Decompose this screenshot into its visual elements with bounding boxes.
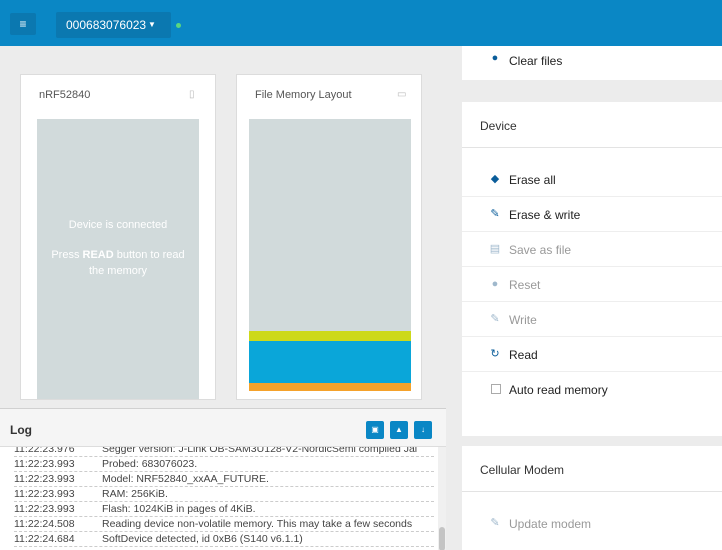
log-title: Log [10,423,32,437]
device-card-title: nRF52840 [39,89,91,101]
memory-view: nRF52840 ▯ Device is connected Press REA… [0,46,446,408]
cellular-panel-title: Cellular Modem [480,463,565,477]
chip-icon: ▯ [189,89,195,100]
save-as-file-button[interactable]: ▤ Save as file [462,232,722,267]
write-button[interactable]: ✎ Write [462,302,722,337]
pencil-icon: ✎ [490,208,500,220]
save-icon: ▤ [489,243,501,255]
read-instruction-text: Press READ button to read [51,249,185,261]
log-list[interactable]: 11:22:23.976 Segger version: J-Link OB-SA… [0,447,438,550]
pencil-icon: ✎ [490,517,500,529]
scroll-down-icon: ↓ [421,425,425,434]
caret-down-icon: ▼ [148,20,156,29]
update-modem-button[interactable]: ✎ Update modem [462,506,722,541]
refresh-icon: ↻ [490,348,500,360]
auto-read-memory-toggle[interactable]: Auto read memory [462,372,722,407]
control-panel: ● Clear files Device ◆ Erase all ✎ Erase… [446,46,722,550]
log-entry: 11:22:24.684 SoftDevice detected, id 0xB6… [14,533,434,547]
erase-and-write-button[interactable]: ✎ Erase & write [462,197,722,232]
device-panel-header: Device [462,102,722,148]
device-selector[interactable]: 000683076023 ▼ [56,12,171,38]
scroll-lock-button[interactable]: ↓ [414,421,432,439]
top-bar: ≡ 000683076023 ▼ [0,0,722,46]
cellular-panel-header: Cellular Modem [462,446,722,492]
log-entry: 11:22:23.976 Segger version: J-Link OB-SA… [14,447,434,457]
log-entry: 11:22:23.993 Model: NRF52840_xxAA_FUTURE. [14,473,434,487]
hamburger-icon: ≡ [19,17,27,31]
eraser-icon: ◆ [490,173,500,185]
log-scroll-thumb[interactable] [439,527,445,550]
reset-button[interactable]: ● Reset [462,267,722,302]
memory-region-2 [249,341,411,383]
log-entry: 11:22:23.993 RAM: 256KiB. [14,488,434,502]
file-memory-area [249,119,411,391]
connection-status-dot [176,23,181,28]
open-log-file-icon: ▣ [371,425,379,434]
open-log-file-button[interactable]: ▣ [366,421,384,439]
pencil-icon: ✎ [490,313,500,325]
memory-region-1 [249,331,411,341]
clear-log-icon: ▲ [395,425,403,434]
device-memory-card: nRF52840 ▯ Device is connected Press REA… [20,74,216,400]
dot-icon: ● [491,278,499,290]
folder-icon: ▭ [397,89,407,100]
erase-all-button[interactable]: ◆ Erase all [462,162,722,197]
file-card-title: File Memory Layout [255,89,352,101]
device-serial: 000683076023 [66,18,147,32]
device-panel: Device ◆ Erase all ✎ Erase & write ▤ Sav… [462,102,722,436]
device-connected-text: Device is connected [68,219,168,231]
log-header: Log ▣ ▲ ↓ [0,409,446,447]
device-panel-title: Device [480,119,517,133]
files-panel: ● Clear files [462,46,722,80]
log-entry: 11:22:24.508 Reading device non-volatile … [14,518,434,532]
read-instruction-text-2: the memory [88,265,148,277]
minus-circle-icon: ● [491,52,499,64]
log-panel: Log ▣ ▲ ↓ 11:22:23.976 Segger version: J-… [0,408,446,550]
auto-read-checkbox[interactable] [491,384,501,394]
memory-region-3 [249,383,411,391]
device-memory-area: Device is connected Press READ button to… [37,119,199,399]
clear-log-button[interactable]: ▲ [390,421,408,439]
log-entry: 11:22:23.993 Probed: 683076023. [14,458,434,472]
read-button[interactable]: ↻ Read [462,337,722,372]
file-memory-card: File Memory Layout ▭ [236,74,422,400]
log-scrollbar[interactable] [438,447,446,550]
log-entry: 11:22:23.993 Flash: 1024KiB in pages of 4… [14,503,434,517]
clear-files-button[interactable]: ● Clear files [462,46,722,81]
cellular-modem-panel: Cellular Modem ✎ Update modem [462,446,722,550]
menu-button[interactable]: ≡ [10,13,36,35]
